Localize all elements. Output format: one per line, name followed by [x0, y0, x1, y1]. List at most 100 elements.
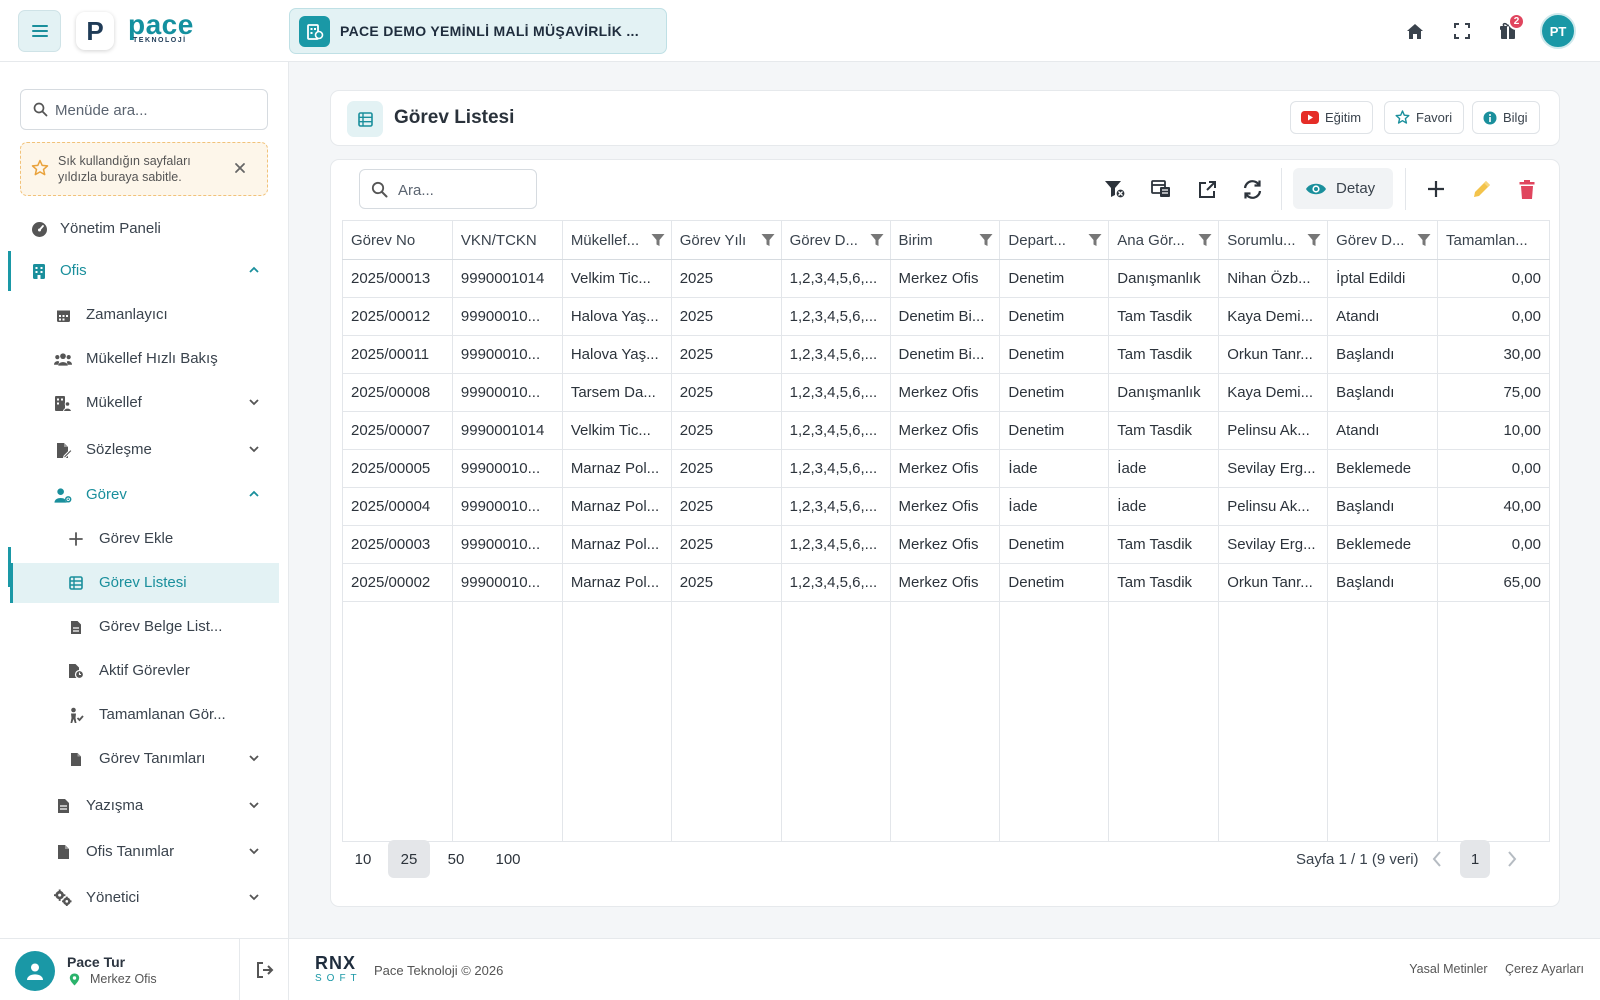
refresh-button[interactable]	[1235, 172, 1269, 206]
column-header[interactable]: Mükellef...	[561, 220, 672, 260]
sidebar-item-zamanlayici[interactable]: Zamanlayıcı	[10, 295, 279, 335]
grid-search-input[interactable]	[398, 178, 528, 202]
sidebar-item-ofis[interactable]: Ofis	[10, 251, 279, 291]
sidebar-item-gorev[interactable]: Görev	[10, 475, 279, 515]
table-cell: 30,00	[1437, 335, 1550, 374]
page-size-option-selected[interactable]: 25	[388, 840, 430, 878]
add-button[interactable]	[1419, 172, 1453, 206]
column-header[interactable]: Görev D...	[1327, 220, 1438, 260]
filter-icon[interactable]	[979, 233, 993, 247]
table-cell: Velkim Tic...	[561, 411, 672, 450]
filter-icon[interactable]	[870, 233, 884, 247]
table-row[interactable]: 2025/00007 9990001014 Velkim Tic... 2025 1,2…	[342, 411, 1550, 450]
sidebar-item-sozlesme[interactable]: Sözleşme	[10, 430, 279, 470]
home-button[interactable]	[1404, 20, 1426, 42]
filter-icon[interactable]	[761, 233, 775, 247]
table-row[interactable]: 2025/00003 99900010... Marnaz Pol... 2025 1,…	[342, 525, 1550, 564]
empty-cell	[780, 601, 891, 842]
sidebar-item-yazisma[interactable]: Yazışma	[10, 786, 279, 826]
edit-button[interactable]	[1465, 172, 1499, 206]
sidebar-item-gorev-tanimlari[interactable]: Görev Tanımları	[10, 739, 279, 779]
table-header-row: Görev No VKN/TCKN Mükellef... Görev Yılı…	[342, 220, 1550, 260]
user-avatar-icon[interactable]	[15, 951, 55, 991]
column-header[interactable]: Sorumlu...	[1218, 220, 1329, 260]
sidebar-item-yonetici[interactable]: Yönetici	[10, 878, 279, 918]
table-row[interactable]: 2025/00005 99900010... Marnaz Pol... 2025 1,…	[342, 449, 1550, 488]
filter-icon[interactable]	[1088, 233, 1102, 247]
column-header[interactable]: Birim	[889, 220, 1001, 260]
column-header[interactable]: VKN/TCKN	[451, 220, 563, 260]
page-number-current[interactable]: 1	[1460, 840, 1490, 878]
column-header[interactable]: Görev D...	[780, 220, 891, 260]
logo-mark: P	[76, 12, 114, 50]
table-row[interactable]: 2025/00012 99900010... Halova Yaş... 2025 1,…	[342, 297, 1550, 336]
prev-page-button[interactable]	[1431, 850, 1443, 868]
table-row[interactable]: 2025/00008 99900010... Tarsem Da... 2025 1,2…	[342, 373, 1550, 412]
table-cell: Denetim Bi...	[889, 297, 1001, 336]
sidebar-item-mukellef[interactable]: Mükellef	[10, 383, 279, 423]
sidebar-item-gorev-ekle[interactable]: Görev Ekle	[10, 519, 279, 559]
table-row[interactable]: 2025/00002 99900010... Marnaz Pol... 2025 1,…	[342, 563, 1550, 602]
column-header[interactable]: Görev Yılı	[670, 220, 782, 260]
sidebar-item-tamamlanan-gorevler[interactable]: Tamamlanan Gör...	[10, 695, 279, 735]
company-selector[interactable]: PACE DEMO YEMİNLİ MALİ MÜŞAVİRLİK ...	[289, 8, 667, 54]
page-size-option[interactable]: 10	[342, 840, 384, 878]
trash-icon	[1519, 179, 1535, 199]
sidebar-item-mukellef-hizli-bakis[interactable]: Mükellef Hızlı Bakış	[10, 339, 279, 379]
user-name: Pace Tur	[67, 954, 126, 970]
sidebar-item-gorev-listesi[interactable]: Görev Listesi	[10, 563, 279, 603]
table-row[interactable]: 2025/00013 9990001014 Velkim Tic... 2025 1,2…	[342, 259, 1550, 298]
toolbar-divider	[1281, 168, 1282, 210]
filter-icon[interactable]	[1307, 233, 1321, 247]
clear-filter-button[interactable]	[1098, 172, 1132, 206]
sidebar-item-aktif-gorevler[interactable]: Aktif Görevler	[10, 651, 279, 691]
favori-button[interactable]: Favori	[1384, 101, 1465, 134]
user-avatar[interactable]: PT	[1540, 13, 1576, 49]
file-icon	[67, 618, 85, 636]
file-icon	[54, 843, 72, 861]
page-info: Sayfa 1 / 1 (9 veri)	[1296, 851, 1419, 868]
table-cell: 0,00	[1437, 259, 1550, 298]
hamburger-menu-button[interactable]	[18, 10, 61, 52]
table-cell: 1,2,3,4,5,6,...	[780, 335, 891, 374]
column-header[interactable]: Tamamlan...	[1437, 220, 1550, 260]
filter-icon[interactable]	[651, 233, 665, 247]
home-icon	[1407, 23, 1423, 39]
table-cell: Tam Tasdik	[1108, 525, 1220, 564]
table-cell: 99900010...	[451, 373, 563, 412]
export-button[interactable]	[1190, 172, 1224, 206]
page-size-option[interactable]: 100	[484, 840, 532, 878]
table-row[interactable]: 2025/00011 99900010... Halova Yaş... 2025 1,…	[342, 335, 1550, 374]
filter-icon[interactable]	[1417, 233, 1431, 247]
close-icon[interactable]	[234, 162, 246, 174]
export-icon	[1198, 180, 1216, 198]
fullscreen-button[interactable]	[1451, 20, 1473, 42]
filter-icon[interactable]	[1198, 233, 1212, 247]
column-header[interactable]: Depart...	[999, 220, 1110, 260]
logout-button[interactable]	[239, 939, 289, 1000]
delete-button[interactable]	[1510, 172, 1544, 206]
table-cell: 9990001014	[451, 259, 563, 298]
column-header[interactable]: Ana Gör...	[1108, 220, 1220, 260]
logo-subtitle: TEKNOLOJİ	[133, 37, 187, 44]
refresh-icon	[1243, 179, 1261, 199]
bilgi-button[interactable]: Bilgi	[1472, 101, 1540, 134]
sidebar: Sık kullandığın sayfaları yıldızla buray…	[0, 62, 289, 938]
sidebar-item-ofis-tanimlar[interactable]: Ofis Tanımlar	[10, 832, 279, 872]
sidebar-item-yonetim-paneli[interactable]: Yönetim Paneli	[10, 209, 279, 249]
empty-cell	[561, 601, 672, 842]
detay-button[interactable]: Detay	[1293, 168, 1393, 209]
page-size-option[interactable]: 50	[435, 840, 477, 878]
column-chooser-button[interactable]	[1144, 172, 1178, 206]
sidebar-item-gorev-belge-listesi[interactable]: Görev Belge List...	[10, 607, 279, 647]
footer-link-cookies[interactable]: Çerez Ayarları	[1505, 962, 1584, 976]
table-row[interactable]: 2025/00004 99900010... Marnaz Pol... 2025 1,…	[342, 487, 1550, 526]
star-icon	[31, 159, 49, 177]
column-header[interactable]: Görev No	[342, 220, 453, 260]
menu-search-input[interactable]	[55, 98, 255, 122]
egitim-button[interactable]: Eğitim	[1290, 101, 1374, 134]
table-cell: 75,00	[1437, 373, 1550, 412]
top-header: P pace TEKNOLOJİ PACE DEMO YEMİNLİ MALİ …	[0, 0, 1600, 62]
next-page-button[interactable]	[1506, 850, 1518, 868]
footer-link-legal[interactable]: Yasal Metinler	[1409, 962, 1487, 976]
